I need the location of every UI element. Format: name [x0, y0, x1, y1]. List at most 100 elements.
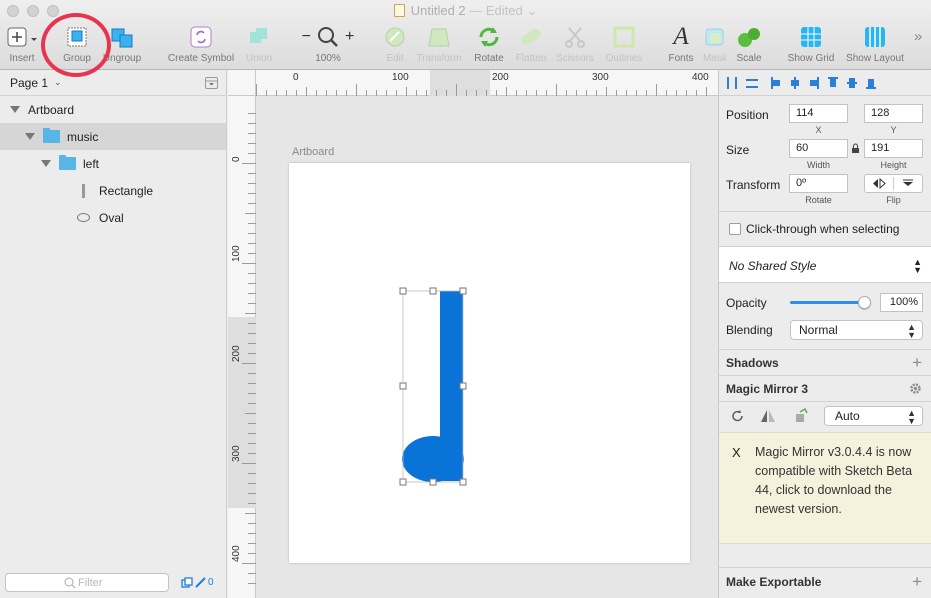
layer-name: Rectangle: [99, 183, 154, 198]
layer-name: Oval: [99, 210, 124, 225]
magic-mirror-header: Magic Mirror 3: [726, 382, 809, 396]
zoom-control: − + 100%: [297, 24, 359, 64]
layer-name: music: [67, 129, 99, 144]
ruler-label: 200: [231, 345, 242, 362]
transform-label: Transform: [416, 53, 462, 64]
add-export-icon[interactable]: +: [912, 573, 922, 590]
distribute-horizontal-icon[interactable]: [727, 76, 737, 89]
edited-status: — Edited: [469, 3, 523, 18]
click-through-checkbox[interactable]: [729, 223, 741, 235]
window-title[interactable]: Untitled 2 — Edited ⌄: [0, 3, 931, 19]
mirror-flip-icon[interactable]: [760, 409, 776, 423]
align-left-icon[interactable]: [771, 76, 781, 89]
lock-icon[interactable]: [851, 143, 860, 154]
page-selector[interactable]: Page 1 ⌄: [0, 70, 226, 96]
height-field[interactable]: 191: [864, 139, 923, 158]
alignment-bar: [719, 70, 931, 96]
vertical-ruler[interactable]: 0 100 200 300 400: [228, 96, 256, 598]
magic-mode-value: Auto: [835, 409, 860, 423]
union-button[interactable]: Union: [242, 24, 276, 64]
edit-button[interactable]: Edit: [381, 24, 409, 64]
outlines-button[interactable]: Outlines: [602, 24, 646, 64]
align-top-icon[interactable]: [828, 76, 838, 89]
collapse-pages-icon[interactable]: [205, 77, 218, 89]
mask-icon: [705, 28, 724, 46]
y-caption: Y: [890, 125, 897, 135]
x-field[interactable]: 114: [789, 104, 848, 123]
mask-button[interactable]: Mask: [701, 24, 729, 64]
ruler-label: 100: [392, 72, 409, 83]
disclosure-triangle-icon[interactable]: [41, 160, 51, 167]
refresh-icon[interactable]: [731, 409, 745, 423]
rotate-button[interactable]: Rotate: [471, 24, 507, 64]
show-grid-button[interactable]: Show Grid: [784, 24, 838, 64]
music-note-drawing: [399, 287, 467, 486]
outlines-icon: [613, 26, 635, 48]
artboard[interactable]: [289, 163, 690, 563]
shadows-header[interactable]: Shadows: [726, 356, 779, 370]
symbols-filter-icon: [181, 577, 193, 588]
flip-horizontal-icon[interactable]: [873, 177, 886, 190]
make-exportable-header[interactable]: Make Exportable: [726, 575, 821, 589]
toolbar-overflow-button[interactable]: »: [911, 28, 925, 45]
y-field[interactable]: 128: [864, 104, 923, 123]
create-symbol-button[interactable]: Create Symbol: [164, 24, 238, 64]
layer-left[interactable]: left: [0, 150, 226, 177]
select-arrows-icon: ▲ ▼: [907, 408, 916, 426]
ruler-label: 100: [231, 245, 242, 262]
fonts-icon: A: [673, 23, 689, 50]
ruler-corner: [228, 70, 256, 96]
layer-export-icon[interactable]: [794, 408, 810, 423]
flip-vertical-icon[interactable]: [903, 179, 913, 186]
flatten-button[interactable]: Flatten: [511, 24, 551, 64]
rotate-icon: [479, 27, 499, 47]
canvas[interactable]: 0 100 200 300 400 0 100 200 300 400 Artb…: [228, 70, 718, 598]
layer-oval[interactable]: Oval: [0, 204, 226, 231]
filter-options[interactable]: 0: [181, 577, 214, 588]
oval-shape[interactable]: [402, 436, 464, 482]
update-notice-text[interactable]: Magic Mirror v3.0.4.4 is now compatible …: [755, 443, 925, 519]
zoom-in-button[interactable]: +: [345, 28, 354, 46]
align-center-horizontal-icon[interactable]: [790, 76, 800, 89]
grid-icon: [801, 27, 821, 47]
layer-artboard[interactable]: Artboard: [0, 96, 226, 123]
divider: [719, 401, 931, 402]
select-arrows-icon: ▲ ▼: [913, 257, 922, 275]
align-bottom-icon[interactable]: [866, 77, 876, 89]
distribute-vertical-icon[interactable]: [746, 77, 758, 89]
gear-icon[interactable]: [909, 382, 922, 395]
transform-button[interactable]: Transform: [413, 24, 465, 64]
fonts-button[interactable]: A Fonts: [666, 23, 696, 64]
zoom-out-button[interactable]: −: [302, 28, 311, 46]
artboard-title[interactable]: Artboard: [292, 146, 334, 158]
opacity-slider-handle[interactable]: [858, 296, 871, 309]
align-right-icon[interactable]: [809, 76, 819, 89]
add-shadow-icon[interactable]: +: [912, 354, 922, 371]
horizontal-ruler[interactable]: 0 100 200 300 400: [256, 70, 718, 96]
oval-icon: [77, 213, 90, 222]
rotate-field[interactable]: 0º: [789, 174, 848, 193]
scissors-button[interactable]: Scissors: [554, 24, 596, 64]
ruler-label: 300: [592, 72, 609, 83]
shared-style-select[interactable]: No Shared Style ▲ ▼: [719, 247, 931, 283]
layer-music[interactable]: music: [0, 123, 226, 150]
blending-label: Blending: [726, 323, 773, 337]
ruler-label: 0: [293, 72, 299, 83]
opacity-slider[interactable]: [790, 301, 866, 304]
insert-button[interactable]: Insert: [5, 24, 39, 64]
align-middle-icon[interactable]: [847, 77, 857, 89]
scale-button[interactable]: Scale: [734, 24, 764, 64]
filter-input[interactable]: Filter: [5, 573, 169, 592]
blending-select[interactable]: Normal ▲ ▼: [790, 320, 923, 340]
magic-mirror-mode-select[interactable]: Auto ▲ ▼: [824, 406, 923, 426]
width-field[interactable]: 60: [789, 139, 848, 158]
document-icon: [393, 4, 405, 17]
dismiss-notice-button[interactable]: X: [732, 445, 741, 460]
disclosure-triangle-icon[interactable]: [25, 133, 35, 140]
toolbar: Untitled 2 — Edited ⌄ Insert Group Ungro…: [0, 0, 931, 70]
update-notice[interactable]: X Magic Mirror v3.0.4.4 is now compatibl…: [719, 432, 931, 544]
disclosure-triangle-icon[interactable]: [10, 106, 20, 113]
opacity-field[interactable]: 100%: [880, 293, 923, 312]
show-layout-button[interactable]: Show Layout: [843, 24, 907, 64]
layer-rectangle[interactable]: Rectangle: [0, 177, 226, 204]
